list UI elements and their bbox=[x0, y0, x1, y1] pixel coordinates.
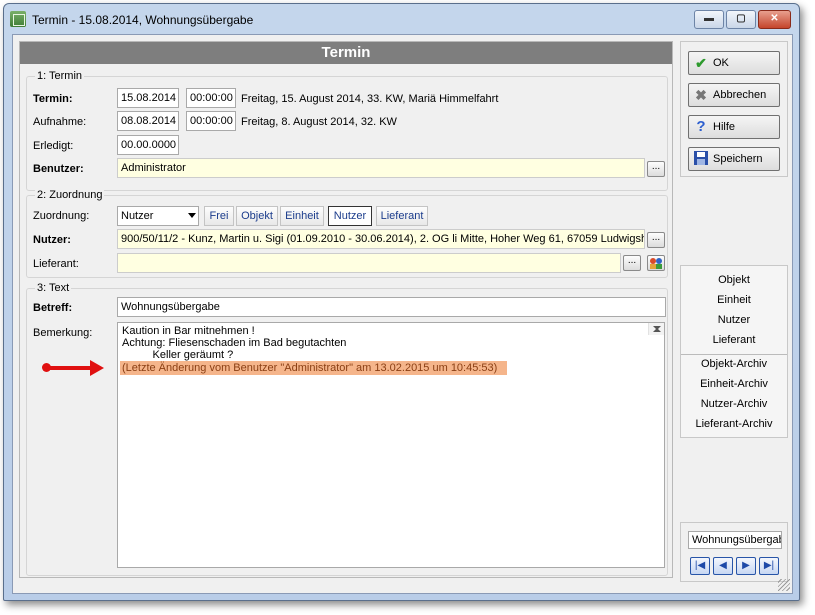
nav-item-lieferant[interactable]: Lieferant bbox=[681, 334, 787, 346]
cancel-button[interactable]: ✖ Abbrechen bbox=[688, 83, 780, 107]
memo-line: Keller geräumt ? bbox=[122, 349, 234, 361]
aufnahme-label: Aufnahme: bbox=[33, 116, 87, 128]
annotation-arrow-icon bbox=[90, 360, 104, 376]
scroll-down-icon[interactable] bbox=[653, 326, 661, 330]
nav-item-nutzer[interactable]: Nutzer bbox=[681, 314, 787, 326]
aufnahme-description: Freitag, 8. August 2014, 32. KW bbox=[241, 116, 397, 128]
zuordnung-select[interactable]: Nutzer bbox=[117, 206, 199, 226]
memo-line: Achtung: Fliesenschaden im Bad begutacht… bbox=[122, 337, 347, 349]
ok-button[interactable]: ✔ OK bbox=[688, 51, 780, 75]
benutzer-field[interactable]: Administrator bbox=[117, 158, 645, 178]
next-record-icon: ▶ bbox=[742, 560, 750, 571]
actions-panel: ✔ OK ✖ Abbrechen ? Hilfe Speichern bbox=[680, 41, 788, 177]
contacts-icon[interactable] bbox=[647, 255, 665, 271]
zuordnung-group-label: 2: Zuordnung bbox=[35, 189, 105, 201]
nutzer-label: Nutzer: bbox=[33, 234, 71, 246]
prev-record-icon: ◀ bbox=[719, 560, 727, 571]
type-button-frei[interactable]: Frei bbox=[204, 206, 234, 226]
termin-time-field[interactable]: 00:00:00 bbox=[186, 88, 236, 108]
termin-date-field[interactable]: 15.08.2014 bbox=[117, 88, 179, 108]
record-navigator: Wohnungsübergabe |◀ ◀ ▶ ▶| bbox=[680, 522, 788, 582]
next-record-button[interactable]: ▶ bbox=[736, 557, 756, 575]
aufnahme-time-field[interactable]: 00:00:00 bbox=[186, 111, 236, 131]
app-icon bbox=[10, 11, 26, 27]
bemerkung-textarea[interactable]: Kaution in Bar mitnehmen ! Achtung: Flie… bbox=[117, 322, 665, 568]
help-button[interactable]: ? Hilfe bbox=[688, 115, 780, 139]
minimize-button[interactable]: ▬ bbox=[694, 10, 724, 29]
page-title: Termin bbox=[20, 42, 672, 64]
first-record-button[interactable]: |◀ bbox=[690, 557, 710, 575]
memo-change-note: (Letzte Änderung vom Benutzer "Administr… bbox=[120, 361, 508, 375]
nutzer-field[interactable]: 900/50/11/2 - Kunz, Martin u. Sigi (01.0… bbox=[117, 229, 645, 249]
prev-record-button[interactable]: ◀ bbox=[713, 557, 733, 575]
nav-divider bbox=[681, 354, 787, 355]
type-button-objekt[interactable]: Objekt bbox=[236, 206, 278, 226]
save-button[interactable]: Speichern bbox=[688, 147, 780, 171]
nav-item-nutzer-archiv[interactable]: Nutzer-Archiv bbox=[681, 398, 787, 410]
nav-item-einheit-archiv[interactable]: Einheit-Archiv bbox=[681, 378, 787, 390]
cancel-label: Abbrechen bbox=[713, 89, 767, 101]
termin-label: Termin: bbox=[33, 93, 73, 105]
type-button-nutzer[interactable]: Nutzer bbox=[328, 206, 372, 226]
dialog-window: Termin - 15.08.2014, Wohnungsübergabe ▬ … bbox=[3, 3, 800, 601]
client-area: Termin 1: Termin Termin: 15.08.2014 00:0… bbox=[12, 34, 793, 594]
nav-item-objekt[interactable]: Objekt bbox=[681, 274, 787, 286]
floppy-disk-icon bbox=[693, 151, 709, 167]
memo-scrollbar[interactable] bbox=[648, 323, 664, 335]
bemerkung-label: Bemerkung: bbox=[33, 327, 93, 339]
benutzer-browse-button[interactable]: ... bbox=[647, 161, 665, 177]
nav-item-lieferant-archiv[interactable]: Lieferant-Archiv bbox=[681, 418, 787, 430]
zuordnung-type-buttons: Frei Objekt Einheit Nutzer Lieferant bbox=[204, 206, 434, 226]
first-record-icon: |◀ bbox=[694, 560, 706, 571]
lieferant-browse-button[interactable]: ... bbox=[623, 255, 641, 271]
last-record-button[interactable]: ▶| bbox=[759, 557, 779, 575]
lieferant-field[interactable] bbox=[117, 253, 621, 273]
betreff-field[interactable]: Wohnungsübergabe bbox=[117, 297, 666, 317]
erledigt-label: Erledigt: bbox=[33, 140, 74, 152]
type-button-lieferant[interactable]: Lieferant bbox=[376, 206, 428, 226]
memo-line: Kaution in Bar mitnehmen ! bbox=[122, 325, 255, 337]
termin-description: Freitag, 15. August 2014, 33. KW, Mariä … bbox=[241, 93, 499, 105]
title-bar[interactable]: Termin - 15.08.2014, Wohnungsübergabe ▬ … bbox=[4, 4, 799, 34]
benutzer-label: Benutzer: bbox=[33, 163, 84, 175]
nav-item-einheit[interactable]: Einheit bbox=[681, 294, 787, 306]
text-group-label: 3: Text bbox=[35, 282, 72, 294]
zuordnung-select-value: Nutzer bbox=[121, 210, 154, 222]
help-icon: ? bbox=[696, 118, 706, 135]
close-button[interactable]: ✕ bbox=[758, 10, 791, 29]
termin-group-label: 1: Termin bbox=[35, 70, 85, 82]
checkmark-icon: ✔ bbox=[695, 55, 707, 71]
ok-label: OK bbox=[713, 57, 729, 69]
window-title: Termin - 15.08.2014, Wohnungsübergabe bbox=[32, 13, 254, 27]
help-label: Hilfe bbox=[713, 121, 736, 133]
last-record-icon: ▶| bbox=[763, 560, 775, 571]
erledigt-date-field[interactable]: 00.00.0000 bbox=[117, 135, 179, 155]
save-label: Speichern bbox=[713, 153, 763, 165]
zuordnung-label: Zuordnung: bbox=[33, 210, 90, 222]
nav-item-objekt-archiv[interactable]: Objekt-Archiv bbox=[681, 358, 787, 370]
betreff-label: Betreff: bbox=[33, 302, 73, 314]
lieferant-label: Lieferant: bbox=[33, 258, 79, 270]
resize-grip[interactable] bbox=[778, 579, 790, 591]
navigation-panel: Objekt Einheit Nutzer Lieferant Objekt-A… bbox=[680, 265, 788, 438]
type-button-einheit[interactable]: Einheit bbox=[280, 206, 324, 226]
cancel-x-icon: ✖ bbox=[695, 87, 707, 103]
nutzer-browse-button[interactable]: ... bbox=[647, 232, 665, 248]
record-name: Wohnungsübergabe bbox=[688, 531, 782, 549]
maximize-button[interactable]: ▢ bbox=[726, 10, 756, 29]
aufnahme-date-field[interactable]: 08.08.2014 bbox=[117, 111, 179, 131]
chevron-down-icon bbox=[188, 213, 196, 218]
